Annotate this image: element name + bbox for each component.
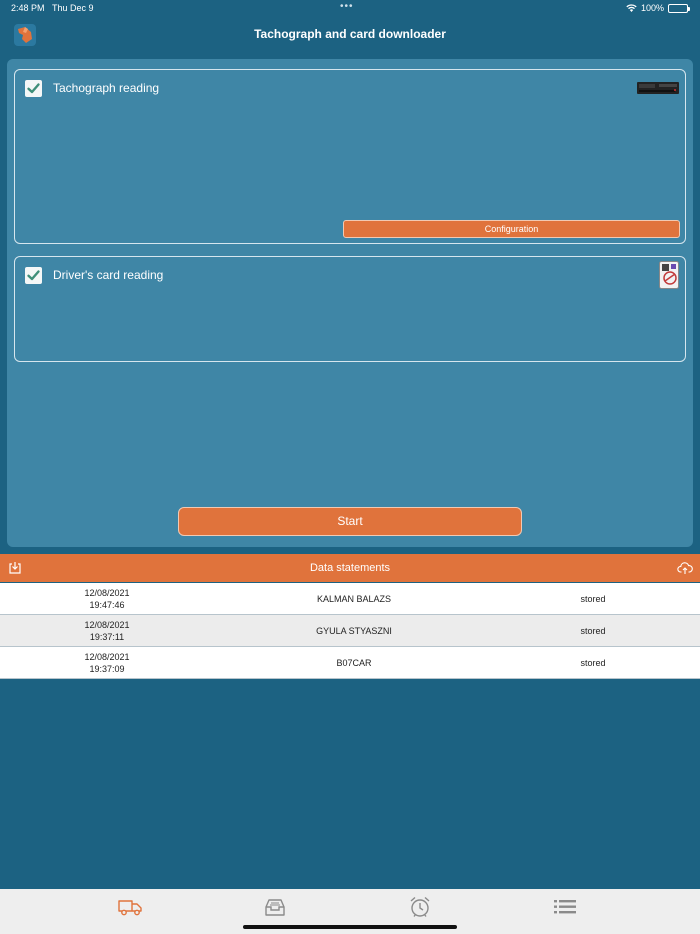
status-right: 100%: [626, 3, 690, 13]
statement-status: stored: [580, 594, 606, 604]
battery-percent: 100%: [640, 3, 664, 13]
tachograph-device-icon: [637, 82, 679, 94]
status-date: Thu Dec 9: [52, 3, 94, 13]
statement-name: KALMAN BALAZS: [316, 594, 392, 604]
wifi-icon: [626, 4, 637, 12]
archive-icon: [265, 899, 285, 916]
data-statements-list: 12/08/2021 19:47:46 KALMAN BALAZS stored…: [0, 583, 700, 679]
tachograph-reading-label: Tachograph reading: [53, 81, 160, 95]
statement-time: 19:37:09: [89, 664, 125, 674]
configuration-button[interactable]: Configuration: [343, 220, 680, 238]
tab-archive[interactable]: [261, 895, 289, 919]
truck-icon: [118, 900, 142, 916]
tachograph-checkbox[interactable]: [25, 80, 42, 97]
battery-icon: [668, 3, 690, 13]
cloud-upload-icon[interactable]: [677, 561, 693, 575]
status-bar: 2:48 PM Thu Dec 9 ••• 100%: [0, 0, 700, 18]
statement-time: 19:37:11: [89, 632, 125, 642]
home-indicator[interactable]: [243, 925, 457, 929]
statement-date: 12/08/2021: [84, 588, 130, 598]
start-button[interactable]: Start: [178, 507, 522, 536]
multitasking-dots[interactable]: •••: [340, 1, 354, 12]
checkmark-icon: [27, 83, 40, 94]
statement-name: GYULA STYASZNI: [316, 626, 392, 636]
driver-card-reading-label: Driver's card reading: [53, 268, 164, 282]
table-row[interactable]: 12/08/2021 19:37:11 GYULA STYASZNI store…: [0, 615, 700, 647]
statement-name: B07CAR: [336, 658, 372, 668]
statement-datetime: 12/08/2021 19:47:46: [57, 587, 157, 611]
driver-card-reading-card: Driver's card reading: [14, 256, 686, 362]
table-row[interactable]: 12/08/2021 19:37:09 B07CAR stored: [0, 647, 700, 679]
tachograph-reading-card: Tachograph reading Configuration: [14, 69, 686, 244]
statement-time: 19:47:46: [89, 600, 125, 610]
nav-bar: Tachograph and card downloader: [0, 18, 700, 56]
statement-status: stored: [580, 626, 606, 636]
table-row[interactable]: 12/08/2021 19:47:46 KALMAN BALAZS stored: [0, 583, 700, 615]
statement-datetime: 12/08/2021 19:37:09: [57, 651, 157, 675]
statement-date: 12/08/2021: [84, 620, 130, 630]
data-statements-title: Data statements: [309, 562, 391, 574]
page-title: Tachograph and card downloader: [254, 27, 446, 41]
statement-status: stored: [580, 658, 606, 668]
tab-alarm[interactable]: [406, 895, 434, 919]
tab-download[interactable]: [116, 895, 144, 919]
statement-date: 12/08/2021: [84, 652, 130, 662]
driver-card-checkbox[interactable]: [25, 267, 42, 284]
main-panel: Tachograph reading Configuration Driver'…: [7, 59, 693, 547]
data-statements-header: Data statements: [0, 554, 700, 582]
status-time: 2:48 PM: [11, 3, 45, 13]
checkmark-icon: [27, 270, 40, 281]
statement-datetime: 12/08/2021 19:37:11: [57, 619, 157, 643]
alarm-clock-icon: [410, 896, 430, 917]
list-icon: [554, 900, 576, 914]
driver-card-icon: [659, 261, 679, 289]
tab-list[interactable]: [551, 895, 579, 919]
